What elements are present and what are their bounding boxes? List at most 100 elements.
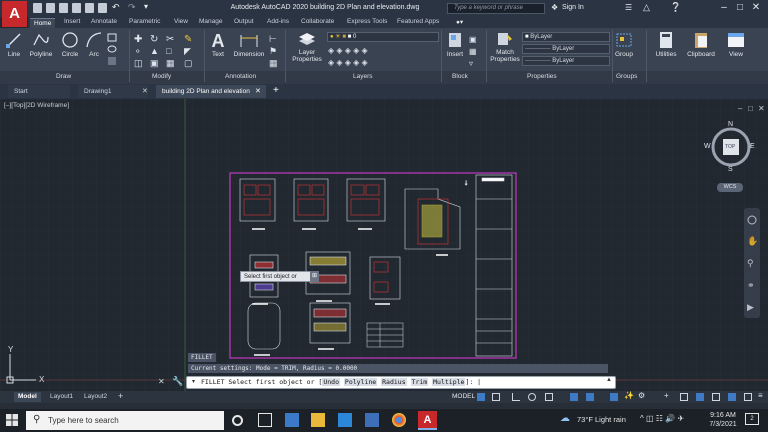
minimize-button[interactable]: –: [717, 2, 731, 13]
panel-label-block[interactable]: Block: [452, 73, 468, 80]
view-button[interactable]: View: [724, 31, 748, 58]
drawing-canvas[interactable]: ↓ Y X: [0, 99, 768, 391]
annotation-monitor-icon[interactable]: +: [664, 391, 669, 400]
autocad-taskbar-icon[interactable]: A: [418, 411, 437, 430]
block-small-tools-icon[interactable]: ▣ ▦ ▿: [468, 32, 482, 68]
quick-access-saveas-icon[interactable]: [72, 3, 81, 13]
layer-tools-icon[interactable]: ◈ ◈ ◈ ◈ ◈ ◈ ◈ ◈ ◈ ◈: [327, 44, 417, 68]
wcs-menu[interactable]: WCS: [717, 183, 743, 192]
tab-overflow-icon[interactable]: ●▾: [456, 18, 463, 26]
text-button[interactable]: A Text: [208, 31, 228, 58]
quick-access-plot-icon[interactable]: [98, 3, 107, 13]
grid-icon[interactable]: [477, 393, 485, 401]
tab-home[interactable]: Home: [30, 18, 56, 28]
quick-access-new-icon[interactable]: [33, 3, 42, 13]
layer-dropdown[interactable]: ● ☀ ■ ■ 0: [327, 32, 439, 42]
polyline-button[interactable]: Polyline: [25, 31, 57, 58]
draw-small-tools-icon[interactable]: [106, 32, 128, 68]
maximize-button[interactable]: □: [733, 2, 747, 13]
linetype-dropdown[interactable]: ────── ByLayer: [522, 44, 610, 54]
match-properties-button[interactable]: Match Properties: [489, 31, 521, 63]
utilities-button[interactable]: Utilities: [651, 31, 681, 58]
quick-properties-icon[interactable]: [696, 393, 704, 401]
notifications-icon[interactable]: 2: [745, 413, 759, 425]
viewcube-west[interactable]: W: [704, 143, 711, 150]
weather-status[interactable]: 73°F Light rain: [577, 415, 626, 424]
application-menu-button[interactable]: A: [2, 1, 27, 27]
units-icon[interactable]: [680, 393, 688, 401]
circle-button[interactable]: Circle: [58, 31, 82, 58]
new-layout-icon[interactable]: +: [118, 391, 123, 401]
binoculars-icon[interactable]: ❖: [551, 3, 558, 12]
command-line-customize-icon[interactable]: 🔧: [172, 376, 183, 387]
tab-view[interactable]: View: [174, 18, 188, 25]
command-search-icon[interactable]: ▾: [192, 378, 195, 385]
task-view-icon[interactable]: [258, 413, 272, 427]
quick-access-save-icon[interactable]: [59, 3, 68, 13]
layout-tab-model[interactable]: Model: [14, 392, 41, 402]
close-tab-icon[interactable]: ✕: [142, 87, 148, 95]
insert-block-button[interactable]: Insert: [443, 31, 467, 58]
clean-screen-icon[interactable]: [744, 393, 752, 401]
tab-insert[interactable]: Insert: [64, 18, 80, 25]
file-explorer-icon[interactable]: [311, 413, 325, 427]
doc-tab-start[interactable]: Start: [8, 85, 70, 98]
chrome-icon[interactable]: [392, 413, 406, 427]
group-button[interactable]: Group: [614, 31, 634, 58]
help-search-input[interactable]: Type a keyword or phrase: [447, 3, 545, 14]
clock[interactable]: 9:16 AM 7/3/2021: [708, 411, 738, 429]
workspace-icon[interactable]: ⚙: [638, 391, 645, 400]
navigation-bar[interactable]: ✋ ⚲ ⚭ ▶: [744, 208, 760, 318]
panel-label-layers[interactable]: Layers: [353, 73, 373, 80]
tab-manage[interactable]: Manage: [199, 18, 223, 25]
mail-icon[interactable]: [338, 413, 352, 427]
line-button[interactable]: Line: [4, 31, 24, 58]
sign-in-button[interactable]: Sign In: [562, 4, 584, 11]
ortho-icon[interactable]: [512, 393, 520, 401]
viewcube-east[interactable]: E: [750, 143, 755, 150]
tab-add-ins[interactable]: Add-ins: [267, 18, 289, 25]
command-line-input[interactable]: FILLET Select first object or [Undo Poly…: [186, 376, 616, 389]
polar-icon[interactable]: [528, 393, 536, 401]
help-icon[interactable]: ❔: [670, 2, 681, 13]
store-icon[interactable]: [365, 413, 379, 427]
redo-icon[interactable]: ↷: [128, 2, 136, 13]
close-tab-icon[interactable]: ✕: [255, 87, 261, 95]
option-undo[interactable]: Undo: [322, 378, 340, 386]
taskbar-search-input[interactable]: Type here to search: [26, 411, 224, 430]
object-snap-icon[interactable]: [586, 393, 594, 401]
viewport-minimize-icon[interactable]: –: [738, 104, 742, 113]
object-snap-tracking-icon[interactable]: [570, 393, 578, 401]
tab-output[interactable]: Output: [234, 18, 254, 25]
snap-icon[interactable]: [492, 393, 500, 401]
tab-featured-apps[interactable]: Featured Apps: [397, 18, 439, 25]
close-button[interactable]: ✕: [749, 2, 763, 13]
doc-tab-drawing1[interactable]: Drawing1: [78, 85, 148, 98]
command-history-toggle-icon[interactable]: ▲: [606, 377, 612, 383]
option-radius[interactable]: Radius: [381, 378, 407, 386]
app-icon-1[interactable]: [285, 413, 299, 427]
viewport-close-icon[interactable]: ✕: [758, 104, 765, 113]
panel-label-annotation[interactable]: Annotation: [225, 73, 256, 80]
arc-button[interactable]: Arc: [84, 31, 104, 58]
lock-ui-icon[interactable]: [712, 393, 720, 401]
annotation-small-tools-icon[interactable]: ⊢ ⚑ ▦: [268, 32, 282, 68]
model-space-button[interactable]: MODEL: [452, 393, 475, 400]
viewport-restore-icon[interactable]: □: [748, 104, 753, 113]
isodraft-icon[interactable]: [545, 393, 553, 401]
annotation-visibility-icon[interactable]: [610, 393, 618, 401]
panel-label-properties[interactable]: Properties: [527, 73, 557, 80]
customize-quick-access-icon[interactable]: ▾: [144, 2, 148, 11]
color-dropdown[interactable]: ■ ByLayer: [522, 32, 610, 42]
doc-tab-building-plan[interactable]: building 2D Plan and elevation: [156, 85, 266, 98]
quick-access-web-icon[interactable]: [85, 3, 94, 13]
autodesk-account-icon[interactable]: △: [643, 2, 650, 13]
viewcube-north[interactable]: N: [728, 121, 733, 128]
option-polyline[interactable]: Polyline: [343, 378, 378, 386]
quick-access-open-icon[interactable]: [46, 3, 55, 13]
tab-collaborate[interactable]: Collaborate: [301, 18, 334, 25]
layer-properties-button[interactable]: Layer Properties: [289, 31, 325, 63]
panel-label-draw[interactable]: Draw: [56, 73, 71, 80]
viewcube-top-face[interactable]: TOP: [725, 144, 735, 150]
option-trim[interactable]: Trim: [410, 378, 429, 386]
